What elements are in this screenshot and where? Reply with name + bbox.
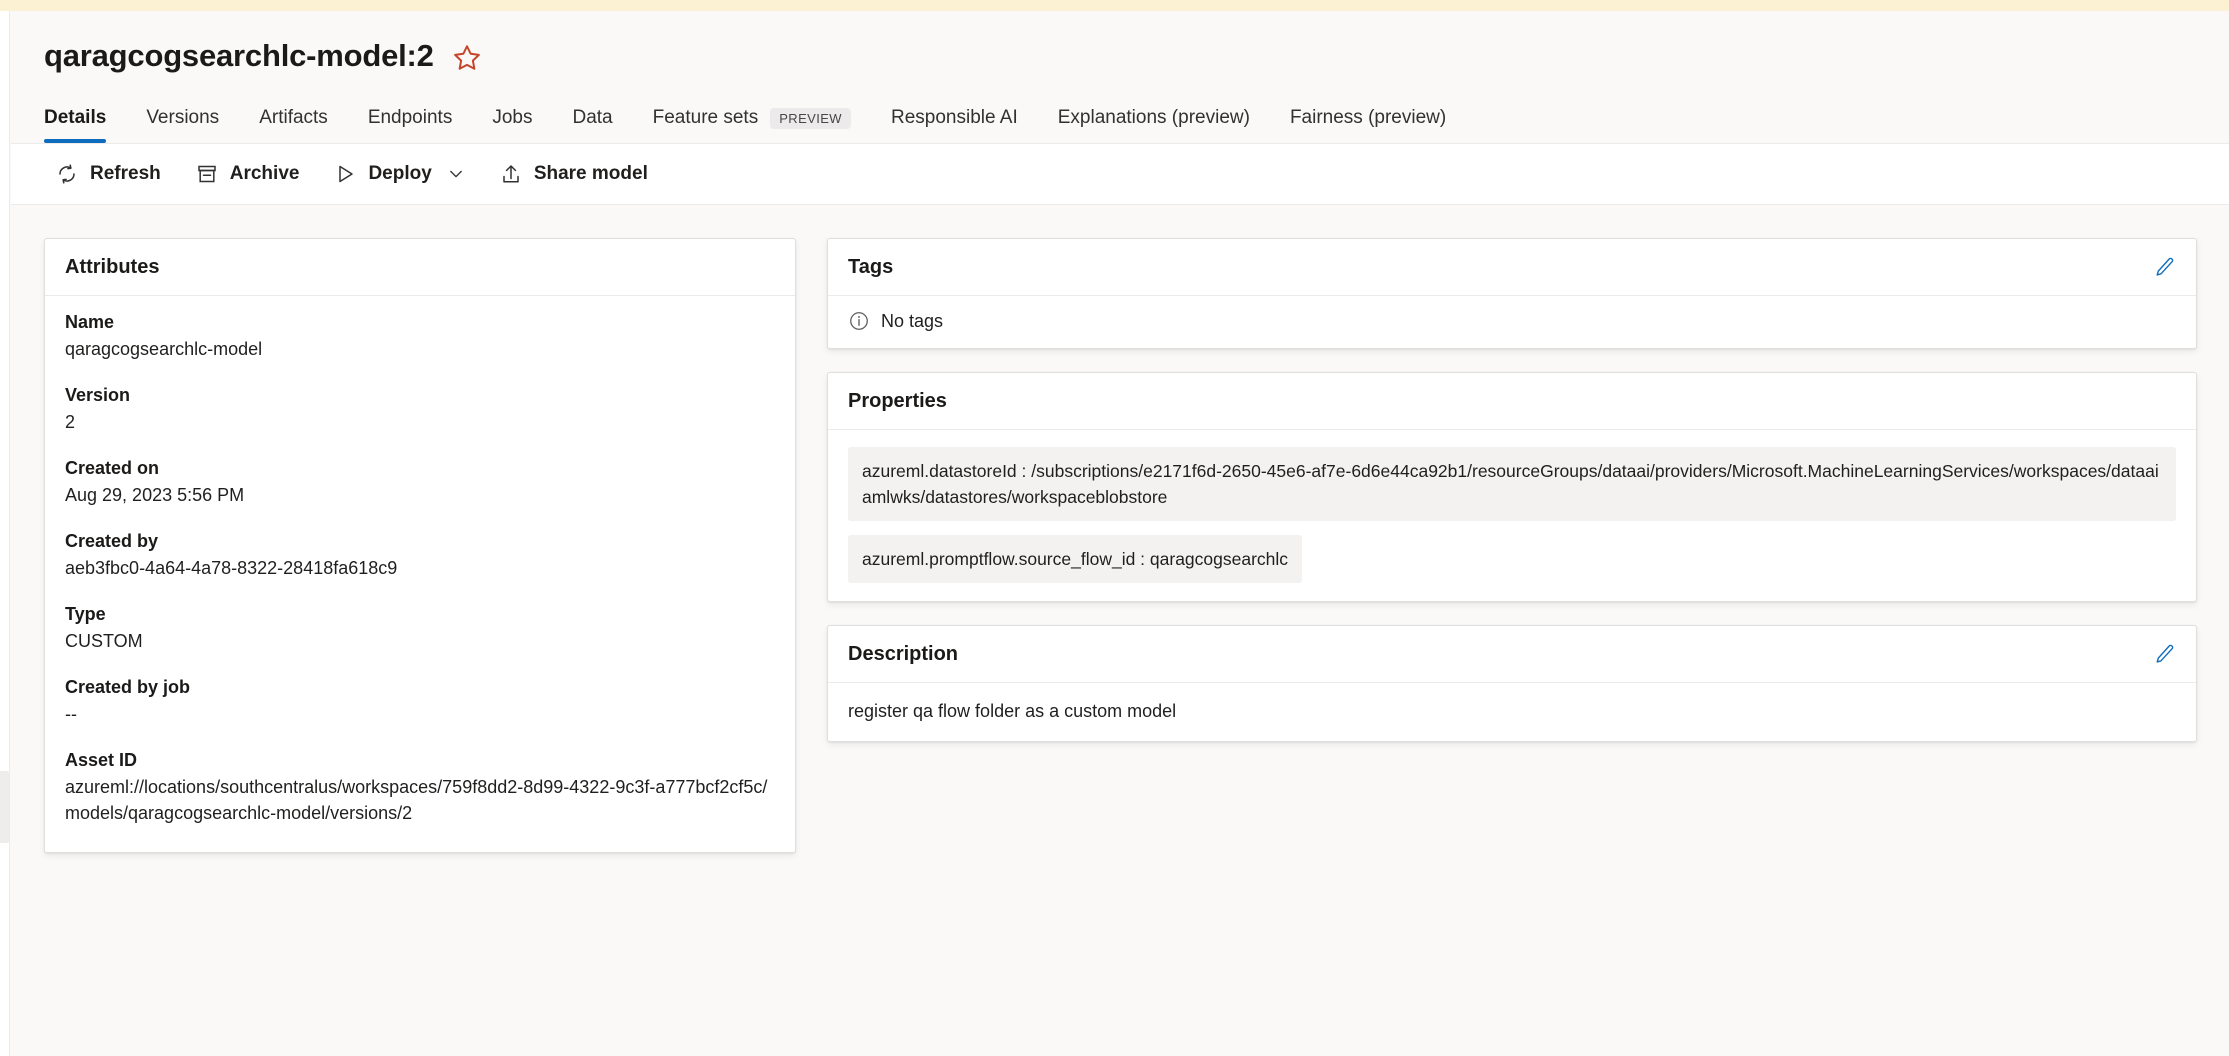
attributes-title: Attributes bbox=[65, 256, 160, 278]
attribute-label: Created on bbox=[65, 458, 160, 478]
top-notification-banner bbox=[0, 0, 2229, 11]
tab-label: Responsible AI bbox=[890, 107, 1018, 128]
attribute-type: Type CUSTOM bbox=[65, 602, 775, 654]
property-item[interactable]: azureml.datastoreId : /subscriptions/e21… bbox=[848, 447, 2176, 521]
attribute-label: Asset ID bbox=[65, 750, 138, 770]
description-title: Description bbox=[848, 643, 959, 665]
preview-badge: PREVIEW bbox=[770, 107, 851, 129]
tab-label: Jobs bbox=[492, 107, 533, 128]
archive-button[interactable]: Archive bbox=[181, 152, 314, 196]
deploy-label: Deploy bbox=[368, 163, 432, 184]
refresh-button[interactable]: Refresh bbox=[41, 152, 175, 196]
attributes-card: Attributes Name qaragcogsearchlc-model V… bbox=[44, 238, 796, 853]
tab-label: Data bbox=[572, 107, 613, 128]
tab-versions[interactable]: Versions bbox=[126, 107, 239, 143]
properties-card: Properties azureml.datastoreId : /subscr… bbox=[827, 372, 2197, 602]
tags-card-header: Tags bbox=[828, 239, 2196, 296]
attribute-created-on: Created on Aug 29, 2023 5:56 PM bbox=[65, 456, 775, 508]
properties-card-body: azureml.datastoreId : /subscriptions/e21… bbox=[828, 430, 2196, 601]
description-text: register qa flow folder as a custom mode… bbox=[848, 701, 1177, 721]
left-panel-expand-handle[interactable] bbox=[0, 771, 9, 843]
tags-card-body: No tags bbox=[828, 296, 2196, 348]
tab-feature-sets[interactable]: Feature sets PREVIEW bbox=[633, 107, 871, 143]
left-collapsed-rail bbox=[0, 11, 10, 1056]
tab-jobs[interactable]: Jobs bbox=[472, 107, 552, 143]
tab-label: Fairness (preview) bbox=[1289, 107, 1447, 128]
share-model-button[interactable]: Share model bbox=[485, 152, 662, 196]
attribute-name: Name qaragcogsearchlc-model bbox=[65, 310, 775, 362]
tab-label: Versions bbox=[146, 107, 220, 128]
attribute-value: 2 bbox=[65, 412, 76, 432]
tab-data[interactable]: Data bbox=[552, 107, 632, 143]
attribute-version: Version 2 bbox=[65, 383, 775, 435]
description-card-header: Description bbox=[828, 626, 2196, 683]
properties-title: Properties bbox=[848, 390, 947, 412]
model-details-page: qaragcogsearchlc-model:2 Details Version… bbox=[0, 0, 2229, 1056]
right-column: Tags No tags Properties azureml.datastor… bbox=[827, 238, 2197, 742]
attribute-value: CUSTOM bbox=[65, 631, 143, 651]
edit-pencil-icon[interactable] bbox=[2152, 642, 2176, 666]
tab-details[interactable]: Details bbox=[44, 107, 126, 143]
content-area: Attributes Name qaragcogsearchlc-model V… bbox=[11, 205, 2229, 853]
attribute-label: Type bbox=[65, 604, 106, 624]
attribute-value: azureml://locations/southcentralus/works… bbox=[65, 777, 768, 823]
description-card: Description register qa flow folder as a… bbox=[827, 625, 2197, 742]
title-row: qaragcogsearchlc-model:2 bbox=[11, 11, 2229, 75]
no-tags-message: No tags bbox=[848, 310, 2176, 332]
tab-label: Artifacts bbox=[259, 107, 328, 128]
tab-bar: Details Versions Artifacts Endpoints Job… bbox=[11, 97, 2229, 143]
page-container: qaragcogsearchlc-model:2 Details Version… bbox=[11, 11, 2229, 1056]
left-column: Attributes Name qaragcogsearchlc-model V… bbox=[44, 238, 796, 853]
tab-fairness[interactable]: Fairness (preview) bbox=[1270, 107, 1466, 143]
deploy-button[interactable]: Deploy bbox=[319, 152, 478, 196]
archive-label: Archive bbox=[229, 163, 300, 184]
attribute-value: aeb3fbc0-4a64-4a78-8322-28418fa618c9 bbox=[65, 558, 398, 578]
tab-responsible-ai[interactable]: Responsible AI bbox=[871, 107, 1038, 143]
tab-label: Feature sets bbox=[652, 107, 759, 128]
tab-label: Endpoints bbox=[367, 107, 453, 128]
attribute-label: Version bbox=[65, 385, 131, 405]
share-model-label: Share model bbox=[533, 163, 648, 184]
attribute-label: Created by job bbox=[65, 677, 191, 697]
attributes-card-body: Name qaragcogsearchlc-model Version 2 Cr… bbox=[45, 296, 795, 852]
attribute-created-by-job: Created by job -- bbox=[65, 675, 775, 727]
edit-pencil-icon[interactable] bbox=[2152, 255, 2176, 279]
attribute-created-by: Created by aeb3fbc0-4a64-4a78-8322-28418… bbox=[65, 529, 775, 581]
command-bar: Refresh Archive Deploy Share model bbox=[11, 143, 2229, 205]
play-triangle-icon bbox=[339, 165, 354, 183]
tab-artifacts[interactable]: Artifacts bbox=[239, 107, 348, 143]
refresh-icon bbox=[59, 164, 75, 184]
attribute-value: Aug 29, 2023 5:56 PM bbox=[65, 485, 245, 505]
attribute-label: Name bbox=[65, 312, 115, 332]
properties-card-header: Properties bbox=[828, 373, 2196, 430]
tab-endpoints[interactable]: Endpoints bbox=[348, 107, 473, 143]
attribute-value: qaragcogsearchlc-model bbox=[65, 339, 263, 359]
attribute-value: -- bbox=[65, 704, 77, 724]
star-icon[interactable] bbox=[452, 43, 482, 73]
no-tags-label: No tags bbox=[881, 310, 944, 331]
tags-title: Tags bbox=[848, 256, 894, 278]
attributes-card-header: Attributes bbox=[45, 239, 795, 296]
property-item[interactable]: azureml.promptflow.source_flow_id : qara… bbox=[848, 535, 1303, 583]
attribute-label: Created by bbox=[65, 531, 159, 551]
info-icon bbox=[850, 312, 868, 330]
page-title: qaragcogsearchlc-model:2 bbox=[44, 38, 434, 73]
share-upload-icon bbox=[503, 165, 519, 183]
chevron-down-icon bbox=[449, 170, 462, 178]
attribute-asset-id: Asset ID azureml://locations/southcentra… bbox=[65, 748, 775, 826]
tags-card: Tags No tags bbox=[827, 238, 2197, 349]
archive-icon bbox=[198, 165, 216, 183]
tab-explanations[interactable]: Explanations (preview) bbox=[1038, 107, 1270, 143]
tab-label: Details bbox=[44, 107, 107, 128]
refresh-label: Refresh bbox=[90, 163, 161, 184]
tab-label: Explanations (preview) bbox=[1057, 107, 1250, 128]
